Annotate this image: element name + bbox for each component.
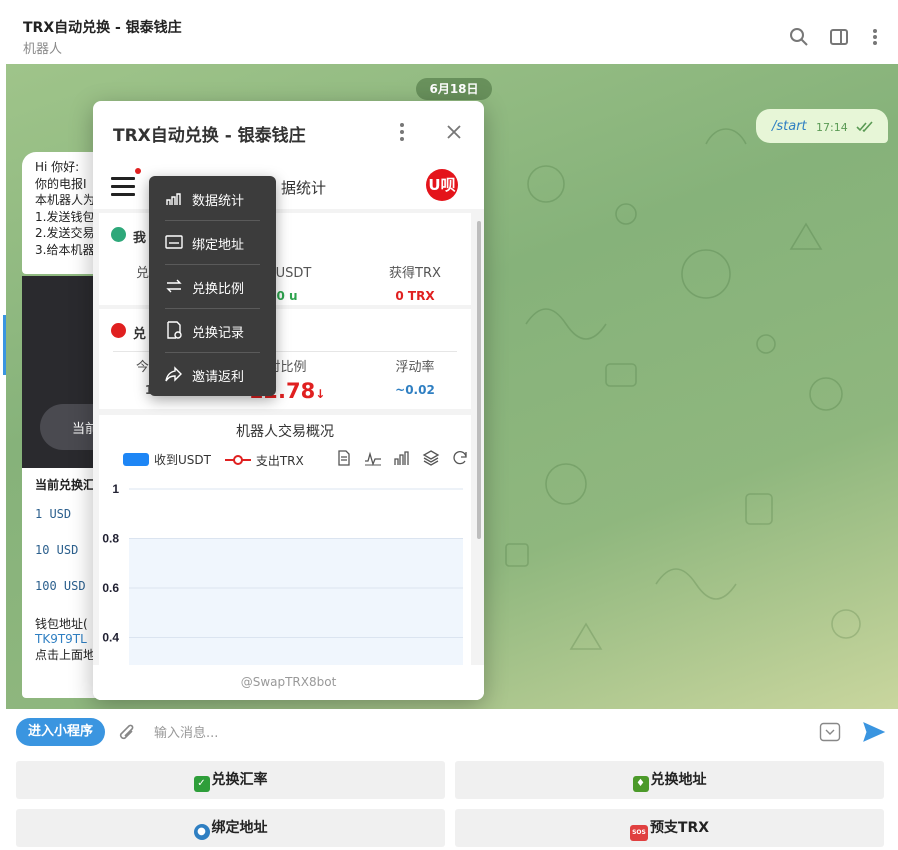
bot-username: @SwapTRX8bot (93, 665, 484, 700)
y-tick-label: 0.4 (102, 631, 119, 645)
menu-item-label: 数据统计 (192, 194, 245, 209)
legend-label: 收到USDT (154, 453, 211, 467)
legend-label: 支出TRX (255, 453, 304, 468)
hamburger-menu-icon[interactable] (111, 177, 135, 197)
menu-item-exchange-records[interactable]: 兑换记录 (149, 308, 276, 352)
y-tick-label: 0.6 (102, 581, 119, 595)
read-checkmarks-icon (856, 121, 873, 133)
menu-item-bind-address[interactable]: 绑定地址 (149, 220, 276, 264)
menu-item-label: 兑换记录 (192, 326, 245, 341)
more-vertical-icon[interactable] (864, 26, 886, 48)
share-icon (165, 366, 182, 382)
message-input[interactable] (154, 721, 754, 745)
topbar-label: 据统计 (281, 179, 327, 197)
card-title: 兑 (133, 327, 147, 342)
checkmark-chart-icon: ✓ (193, 776, 210, 792)
y-tick-label: 1 (112, 482, 119, 496)
message-text[interactable]: /start (772, 119, 807, 134)
chat-subtitle: 机器人 (23, 42, 63, 57)
y-tick-label: 0.8 (102, 532, 119, 546)
legend-swatch (123, 453, 149, 466)
bot-keyboard-icon[interactable] (819, 721, 841, 743)
record-icon (167, 321, 182, 339)
stack-icon[interactable] (422, 449, 440, 467)
open-mini-app-button[interactable]: 进入小程序 (16, 718, 105, 746)
keyboard-row: ✓ 兑换汇率 ♦ 兑换地址 (0, 757, 898, 801)
tether-icon (111, 227, 126, 242)
chart-plot: 1 0.8 0.6 0.4 (102, 482, 463, 665)
chart-title: 机器人交易概况 (236, 424, 334, 440)
app-dropdown-menu: 数据统计 绑定地址 兑换比例 兑换记录 邀请返利 (149, 176, 276, 396)
stat-label: 浮动率 (395, 360, 435, 375)
chat-header: TRX自动兑换 - 银泰钱庄 机器人 (0, 0, 898, 64)
down-arrow-icon: ↓ (315, 387, 326, 401)
send-icon[interactable] (862, 720, 886, 744)
menu-item-label: 兑换比例 (192, 282, 245, 297)
bar-chart-icon[interactable] (393, 449, 411, 467)
swap-arrows-icon (166, 279, 182, 293)
legend-line-swatch (224, 455, 251, 465)
outgoing-message[interactable]: /start 17:14 (756, 109, 888, 143)
date-badge: 6月18日 (416, 78, 492, 100)
chart-card: 机器人交易概况 收到USDT 支出TRX 1 0.8 0.6 0.4 (99, 415, 471, 665)
sos-icon: SOS (629, 825, 648, 841)
notification-dot (135, 168, 141, 174)
search-icon[interactable] (788, 26, 810, 48)
stat-item: 获得TRX 0 TRX (355, 262, 475, 303)
message-composer: 进入小程序 (0, 709, 898, 757)
mini-app-title: TRX自动兑换 - 银泰钱庄 (113, 126, 306, 146)
menu-item-exchange-ratio[interactable]: 兑换比例 (149, 264, 276, 308)
keyboard-button-label: 兑换地址 (650, 772, 707, 788)
card-icon (165, 235, 183, 249)
close-icon[interactable] (443, 121, 465, 143)
trx-icon (111, 323, 126, 338)
stat-label: 获得TRX (389, 266, 441, 281)
legend-item-trx[interactable]: 支出TRX (224, 452, 304, 469)
stat-item: 浮动率 ~0.02 (355, 356, 475, 397)
plot-area (129, 538, 463, 665)
keyboard-button-label: 兑换汇率 (211, 772, 268, 788)
keyboard-button-label: 绑定地址 (211, 820, 268, 836)
card-title: 我 (133, 231, 147, 246)
refresh-icon[interactable] (451, 449, 469, 467)
menu-item-invite-rebate[interactable]: 邀请返利 (149, 352, 276, 396)
attach-icon[interactable] (117, 722, 137, 744)
shield-icon: ♦ (632, 776, 649, 792)
menu-item-data-stats[interactable]: 数据统计 (149, 176, 276, 220)
keyboard-row: ● 绑定地址 SOS 预支TRX (0, 805, 898, 849)
sidebar-toggle-icon[interactable] (828, 26, 850, 48)
menu-item-label: 绑定地址 (192, 238, 245, 253)
bar-chart-icon (166, 193, 181, 205)
keyboard-button-rate[interactable]: ✓ 兑换汇率 (16, 761, 445, 799)
chart-toolbox (335, 449, 480, 467)
legend-item-usdt[interactable]: 收到USDT (123, 451, 211, 468)
message-time: 17:14 (816, 121, 848, 134)
line-chart-icon[interactable] (364, 449, 382, 467)
menu-item-label: 邀请返利 (192, 370, 245, 385)
keyboard-button-address[interactable]: ♦ 兑换地址 (455, 761, 884, 799)
mini-app-scrollbar[interactable] (477, 221, 481, 539)
keyboard-button-bind[interactable]: ● 绑定地址 (16, 809, 445, 847)
chart-legend: 收到USDT 支出TRX (123, 451, 314, 469)
mini-app-more-icon[interactable] (395, 121, 409, 143)
keyboard-button-advance[interactable]: SOS 预支TRX (455, 809, 884, 847)
globe-icon: ● (193, 824, 210, 840)
brand-logo: U呗 (426, 169, 458, 201)
stat-value: 0 TRX (395, 289, 435, 303)
chat-title[interactable]: TRX自动兑换 - 银泰钱庄 (23, 17, 182, 37)
stat-value: ~0.02 (395, 383, 435, 397)
data-view-icon[interactable] (335, 449, 353, 467)
keyboard-button-label: 预支TRX (649, 820, 710, 836)
